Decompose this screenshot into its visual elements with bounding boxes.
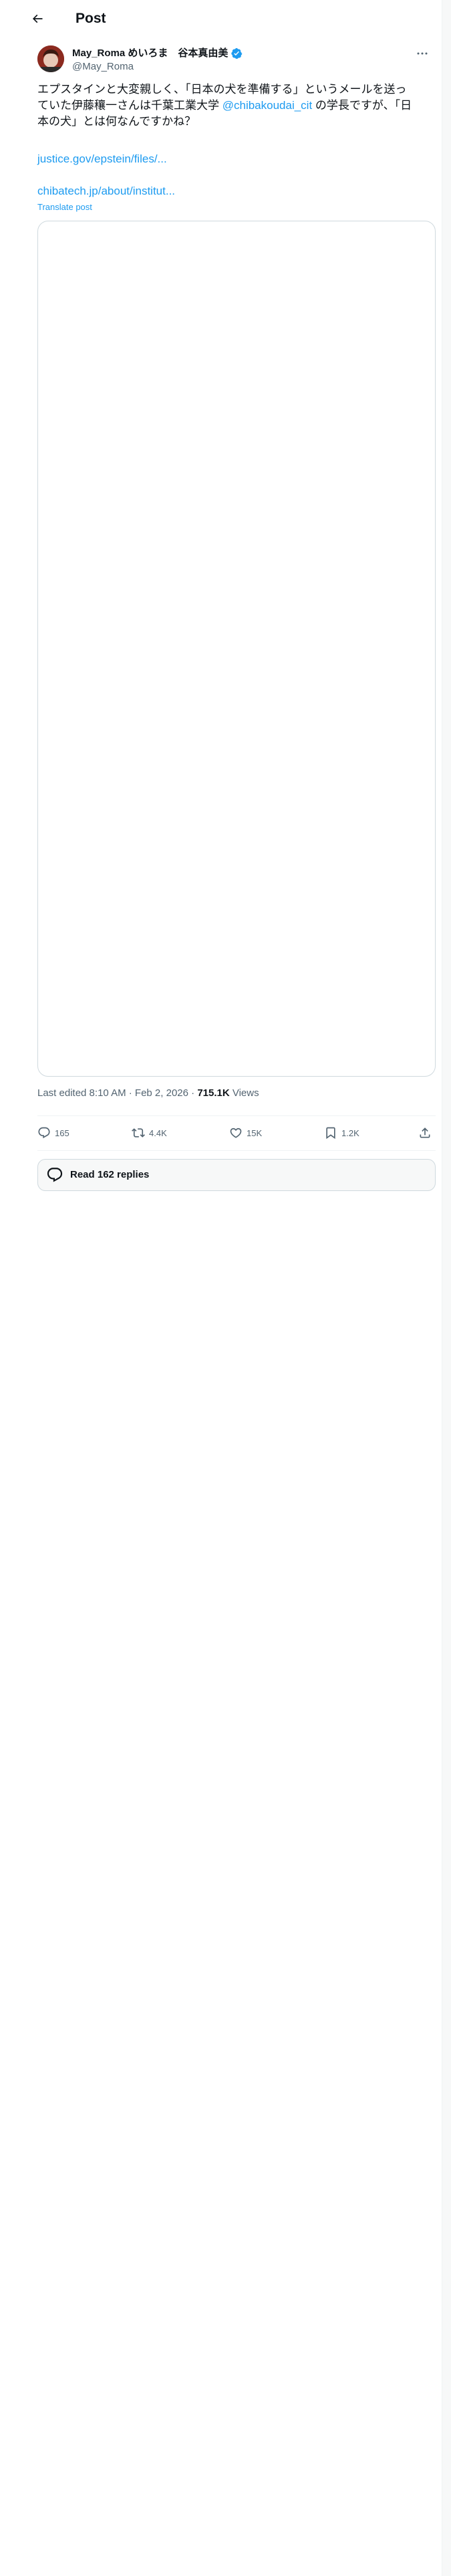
page: Post May_Roma めいろま 谷本真由美 @May_Roma エプスタイ… bbox=[0, 0, 451, 2576]
bookmark-button[interactable]: 1.2K bbox=[324, 1117, 359, 1149]
action-bar: 165 4.4K 15K 1.2K bbox=[37, 1117, 436, 1149]
more-dots-icon bbox=[417, 52, 428, 55]
author-name[interactable]: May_Roma めいろま 谷本真由美 bbox=[72, 47, 228, 60]
divider bbox=[37, 1150, 436, 1151]
post-column: Post May_Roma めいろま 谷本真由美 @May_Roma エプスタイ… bbox=[0, 0, 442, 2576]
avatar[interactable] bbox=[37, 45, 64, 72]
repost-count: 4.4K bbox=[149, 1128, 167, 1138]
post-meta: Last edited 8:10 AM · Feb 2, 2026 · 715.… bbox=[37, 1087, 259, 1100]
avatar-image bbox=[37, 45, 64, 72]
repost-icon bbox=[132, 1128, 145, 1138]
reply-count: 165 bbox=[55, 1128, 69, 1138]
link-justice[interactable]: justice.gov/epstein/files/... bbox=[37, 151, 167, 167]
post-text-segment: ていた伊藤穰一さんは千葉工業大学 bbox=[37, 99, 222, 112]
bookmark-count: 1.2K bbox=[341, 1128, 359, 1138]
page-title: Post bbox=[76, 11, 106, 26]
translate-post-link[interactable]: Translate post bbox=[37, 202, 92, 213]
like-button[interactable]: 15K bbox=[229, 1117, 262, 1149]
mention-link[interactable]: @chibakoudai_cit bbox=[222, 99, 312, 112]
author-handle[interactable]: @May_Roma bbox=[72, 60, 134, 74]
post-text-line-3: 本の犬」とは何なんですかね？ bbox=[37, 115, 196, 128]
post-text-line-2: ていた伊藤穰一さんは千葉工業大学 @chibakoudai_cit の学長ですが… bbox=[37, 98, 436, 114]
media-card[interactable] bbox=[37, 221, 436, 1077]
views-label: Views bbox=[229, 1087, 259, 1099]
divider bbox=[37, 1115, 436, 1116]
read-replies-label: Read 162 replies bbox=[70, 1169, 150, 1180]
scrollbar-track[interactable] bbox=[442, 0, 451, 2576]
back-button[interactable] bbox=[27, 8, 48, 29]
share-button[interactable] bbox=[418, 1117, 432, 1149]
post-text: エプスタインと大変親しく、「日本の犬を準備する」というメールを送っ ていた伊藤穰… bbox=[37, 82, 436, 130]
link-chibatech[interactable]: chibatech.jp/about/institut... bbox=[37, 183, 175, 199]
edited-timestamp[interactable]: Last edited 8:10 AM · Feb 2, 2026 · bbox=[37, 1087, 197, 1099]
share-icon bbox=[420, 1128, 430, 1138]
arrow-left-icon bbox=[32, 14, 43, 23]
repost-button[interactable]: 4.4K bbox=[132, 1117, 167, 1149]
replies-bubble-icon bbox=[47, 1168, 63, 1182]
read-replies-button[interactable]: Read 162 replies bbox=[37, 1159, 436, 1191]
reply-button[interactable]: 165 bbox=[37, 1117, 69, 1149]
verified-badge-icon bbox=[231, 47, 243, 60]
author-name-row[interactable]: May_Roma めいろま 谷本真由美 bbox=[72, 47, 243, 60]
post-text-line-1: エプスタインと大変親しく、「日本の犬を準備する」というメールを送っ bbox=[37, 83, 407, 96]
views-count: 715.1K bbox=[197, 1087, 230, 1099]
post-text-segment: の学長ですが、「日 bbox=[312, 99, 412, 112]
top-bar: Post bbox=[0, 0, 442, 37]
like-count: 15K bbox=[247, 1128, 263, 1138]
more-options-button[interactable] bbox=[416, 47, 429, 60]
heart-icon bbox=[230, 1128, 242, 1138]
reply-icon bbox=[38, 1127, 50, 1139]
bookmark-icon bbox=[326, 1127, 335, 1140]
